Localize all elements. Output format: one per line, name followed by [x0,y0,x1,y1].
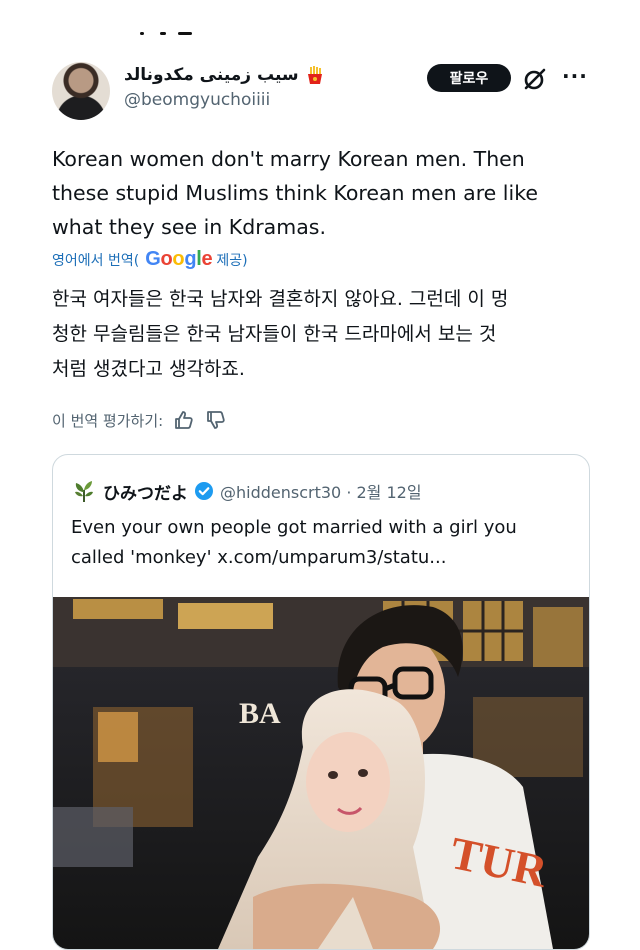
plant-avatar-icon[interactable] [71,478,97,504]
tweet-text-line: Korean women don't marry Korean men. The… [52,147,525,171]
fries-emoji-icon [307,66,322,84]
quoted-handle-date[interactable]: @hiddenscrt30 · 2월 12일 [220,479,422,503]
thumbs-down-icon[interactable] [205,409,227,431]
author-avatar[interactable] [52,62,110,120]
quoted-text-line[interactable]: called 'monkey' x.com/umparum3/statu... [71,543,571,573]
quoted-tweet-header: ひみつだよ @hiddenscrt30 · 2월 12일 [71,477,422,505]
follow-button[interactable]: 팔로우 [427,64,511,92]
google-logo: Google [145,247,213,270]
sign-text: BA [239,697,281,730]
tweet-text: Korean women don't marry Korean men. The… [52,142,612,244]
quoted-author-name[interactable]: ひみつだよ [103,479,188,504]
translated-text-line: 청한 무슬림들은 한국 남자들이 한국 드라마에서 보는 것 [52,323,497,345]
translation-prefix: 영어에서 번역( [52,253,140,269]
translated-text: 한국 여자들은 한국 남자와 결혼하지 않아요. 그런데 이 멍 청한 무슬림들… [52,282,612,387]
quoted-tweet-photo[interactable]: BA TUR [53,597,589,949]
quoted-tweet-text: Even your own people got married with a … [71,513,571,573]
author-display-name[interactable]: سیب زمینی مکدونالد [124,65,299,85]
tweet-text-line: what they see in Kdramas. [52,215,326,239]
verified-badge-icon [195,482,213,500]
rate-translation-row: 이 번역 평가하기: [52,408,227,432]
quoted-text-line: Even your own people got married with a … [71,517,517,538]
translated-text-line: 처럼 생겼다고 생각하죠. [52,358,245,380]
translation-credit[interactable]: 영어에서 번역( Google 제공) [52,248,248,272]
translation-suffix: 제공) [216,253,248,269]
author-name-row[interactable]: سیب زمینی مکدونالد [124,64,325,86]
status-bar-fragment [136,28,196,42]
quoted-tweet-card[interactable]: ひみつだよ @hiddenscrt30 · 2월 12일 Even your o… [52,454,590,950]
thumbs-up-icon[interactable] [173,409,195,431]
rate-translation-label: 이 번역 평가하기: [52,411,164,430]
translated-text-line: 한국 여자들은 한국 남자와 결혼하지 않아요. 그런데 이 멍 [52,288,509,310]
author-handle[interactable]: @beomgyuchoiiii [124,90,270,110]
more-icon[interactable]: ··· [562,64,588,88]
grok-icon[interactable] [522,66,548,92]
tweet-text-line: these stupid Muslims think Korean men ar… [52,181,538,205]
